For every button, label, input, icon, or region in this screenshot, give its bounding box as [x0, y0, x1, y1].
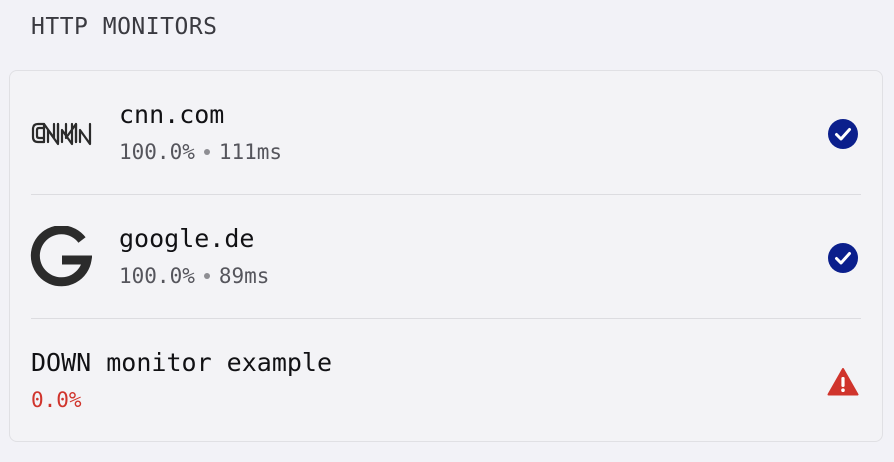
warning-triangle-icon	[827, 366, 859, 398]
cnn-logo-icon	[30, 103, 92, 163]
separator-dot	[203, 273, 210, 279]
monitor-name: cnn.com	[119, 100, 225, 129]
monitor-row[interactable]: DOWN monitor example 0.0%	[10, 319, 882, 443]
monitor-name: DOWN monitor example	[31, 348, 333, 377]
monitor-row[interactable]: google.de 100.0% 89ms	[10, 195, 882, 319]
monitor-latency: 89ms	[218, 264, 270, 288]
google-logo-icon	[30, 226, 92, 287]
separator-dot	[203, 149, 210, 155]
check-circle-icon	[827, 242, 859, 274]
monitor-row[interactable]: cnn.com 100.0% 111ms	[10, 71, 882, 195]
monitor-name: google.de	[119, 224, 255, 253]
monitor-uptime: 100.0%	[119, 264, 195, 288]
monitor-uptime: 0.0%	[31, 388, 82, 412]
section-title: HTTP MONITORS	[31, 14, 218, 40]
check-circle-icon	[827, 118, 859, 150]
monitor-uptime: 100.0%	[119, 140, 195, 164]
monitor-latency: 111ms	[218, 140, 283, 164]
monitor-list: cnn.com 100.0% 111ms google.de 100.0% 89…	[9, 70, 883, 442]
